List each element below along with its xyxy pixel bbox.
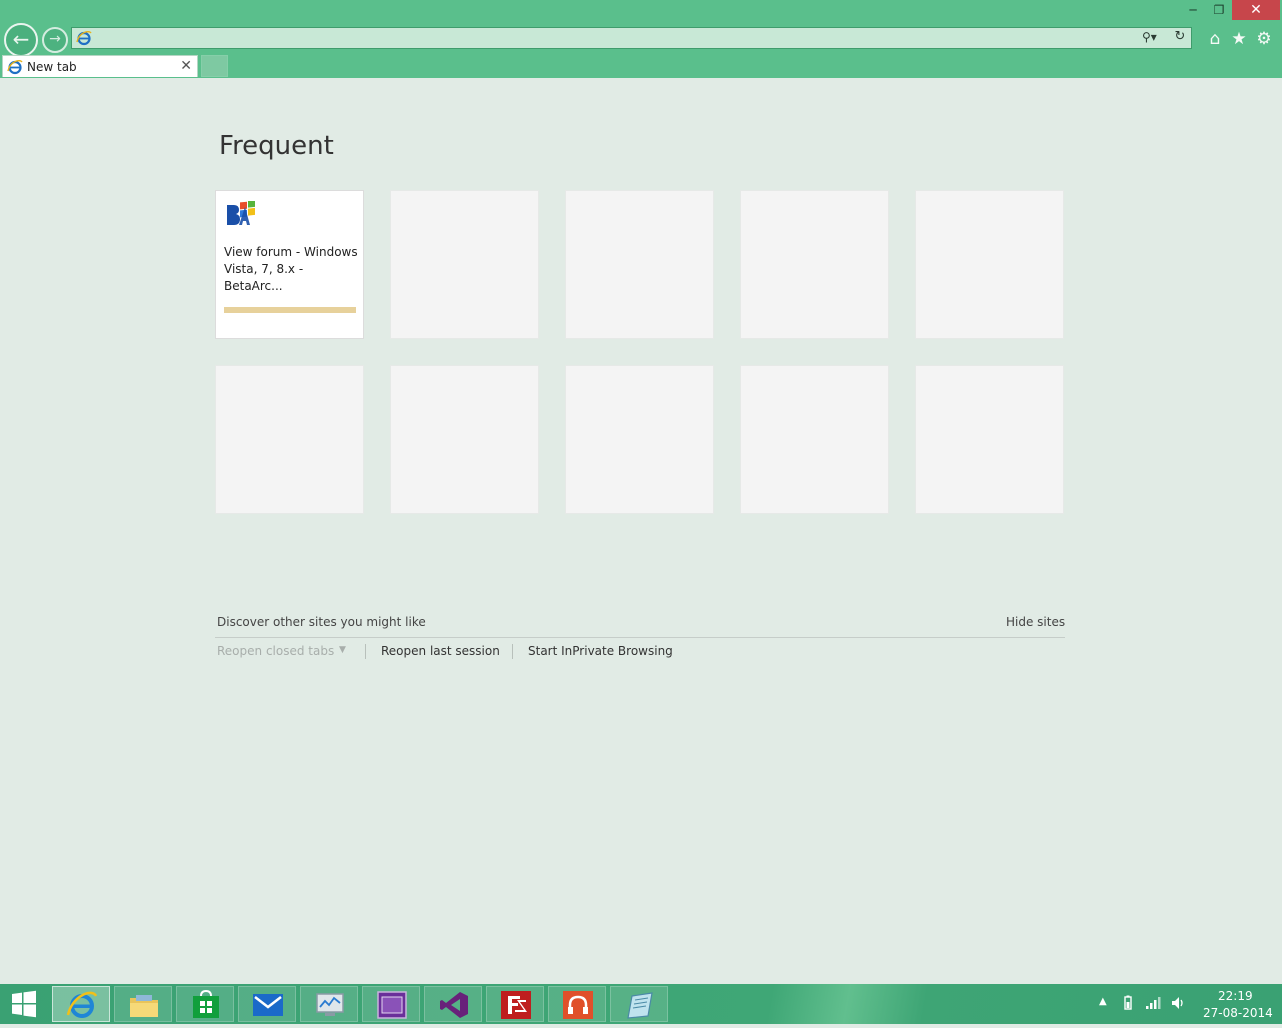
separator bbox=[365, 644, 366, 659]
start-inprivate-link[interactable]: Start InPrivate Browsing bbox=[528, 644, 673, 658]
taskbar-notepad[interactable] bbox=[610, 986, 668, 1022]
empty-tile bbox=[915, 190, 1064, 339]
close-window-button[interactable]: ✕ bbox=[1232, 0, 1280, 20]
new-tab-button[interactable] bbox=[201, 55, 228, 77]
internet-explorer-icon bbox=[7, 60, 23, 75]
browser-chrome: ─ ❐ ✕ ← → ⚲▾ ↻ ⌂ ★ ⚙ New tab ✕ bbox=[0, 0, 1282, 78]
favorites-star-icon[interactable]: ★ bbox=[1229, 29, 1249, 49]
visual-studio-icon bbox=[440, 992, 468, 1018]
monitor-chart-icon bbox=[316, 993, 344, 1016]
betaarchive-icon bbox=[227, 201, 255, 225]
close-tab-icon[interactable]: ✕ bbox=[180, 58, 192, 74]
address-input[interactable] bbox=[96, 29, 1140, 49]
frequent-site-tile[interactable]: View forum - Windows Vista, 7, 8.x - Bet… bbox=[215, 190, 364, 339]
frequent-heading: Frequent bbox=[219, 131, 334, 161]
clock-date[interactable]: 27-08-2014 bbox=[1203, 1006, 1273, 1020]
minimize-button[interactable]: ─ bbox=[1180, 0, 1206, 20]
taskbar-cpu-z[interactable] bbox=[362, 986, 420, 1022]
taskbar bbox=[0, 984, 1282, 1024]
home-icon[interactable]: ⌂ bbox=[1205, 29, 1225, 49]
reopen-closed-tabs-link[interactable]: Reopen closed tabs bbox=[217, 644, 334, 658]
show-hidden-icons-button[interactable]: ▲ bbox=[1099, 996, 1107, 1007]
separator bbox=[512, 644, 513, 659]
filezilla-icon bbox=[501, 991, 531, 1019]
taskbar-performance-monitor[interactable] bbox=[300, 986, 358, 1022]
folder-icon bbox=[130, 995, 158, 1017]
discover-sites-text: Discover other sites you might like bbox=[217, 615, 426, 629]
dropdown-arrow-icon[interactable]: ▼ bbox=[339, 645, 346, 655]
volume-icon[interactable] bbox=[1170, 995, 1186, 1011]
search-icon[interactable]: ⚲▾ bbox=[1142, 30, 1170, 46]
forward-button[interactable]: → bbox=[42, 27, 68, 53]
taskbar-visual-studio[interactable] bbox=[424, 986, 482, 1022]
power-icon[interactable] bbox=[1120, 995, 1136, 1011]
hide-sites-link[interactable]: Hide sites bbox=[1006, 615, 1065, 629]
empty-tile bbox=[215, 365, 364, 514]
reopen-last-session-link[interactable]: Reopen last session bbox=[381, 644, 500, 658]
network-signal-icon[interactable] bbox=[1145, 996, 1161, 1010]
divider bbox=[215, 637, 1065, 638]
refresh-icon[interactable]: ↻ bbox=[1172, 29, 1188, 47]
taskbar-internet-explorer[interactable] bbox=[52, 986, 110, 1022]
taskbar-mail[interactable] bbox=[238, 986, 296, 1022]
tile-title: View forum - Windows Vista, 7, 8.x - Bet… bbox=[224, 245, 358, 293]
internet-explorer-icon bbox=[66, 991, 98, 1018]
empty-tile bbox=[390, 365, 539, 514]
empty-tile bbox=[740, 190, 889, 339]
empty-tile bbox=[390, 190, 539, 339]
empty-tile bbox=[565, 190, 714, 339]
start-button[interactable] bbox=[0, 984, 48, 1024]
tab-new-tab[interactable]: New tab ✕ bbox=[2, 55, 198, 77]
tab-label: New tab bbox=[27, 60, 77, 74]
tile-frequency-bar bbox=[224, 307, 356, 313]
taskbar-filezilla[interactable] bbox=[486, 986, 544, 1022]
taskbar-file-explorer[interactable] bbox=[114, 986, 172, 1022]
taskbar-store[interactable] bbox=[176, 986, 234, 1022]
store-icon bbox=[193, 990, 219, 1018]
address-bar[interactable]: ⚲▾ ↻ bbox=[71, 27, 1192, 49]
restore-button[interactable]: ❐ bbox=[1206, 0, 1232, 20]
gear-icon[interactable]: ⚙ bbox=[1254, 29, 1274, 49]
empty-tile bbox=[915, 365, 1064, 514]
headphones-icon bbox=[563, 991, 593, 1019]
notepad-icon bbox=[627, 992, 653, 1019]
clock-time[interactable]: 22:19 bbox=[1218, 989, 1253, 1003]
internet-explorer-icon bbox=[76, 31, 92, 46]
cpu-z-icon bbox=[377, 991, 407, 1019]
back-button[interactable]: ← bbox=[4, 23, 38, 57]
empty-tile bbox=[565, 365, 714, 514]
empty-tile bbox=[740, 365, 889, 514]
mail-icon bbox=[253, 994, 283, 1016]
taskbar-music[interactable] bbox=[548, 986, 606, 1022]
windows-logo-icon bbox=[12, 990, 36, 1018]
